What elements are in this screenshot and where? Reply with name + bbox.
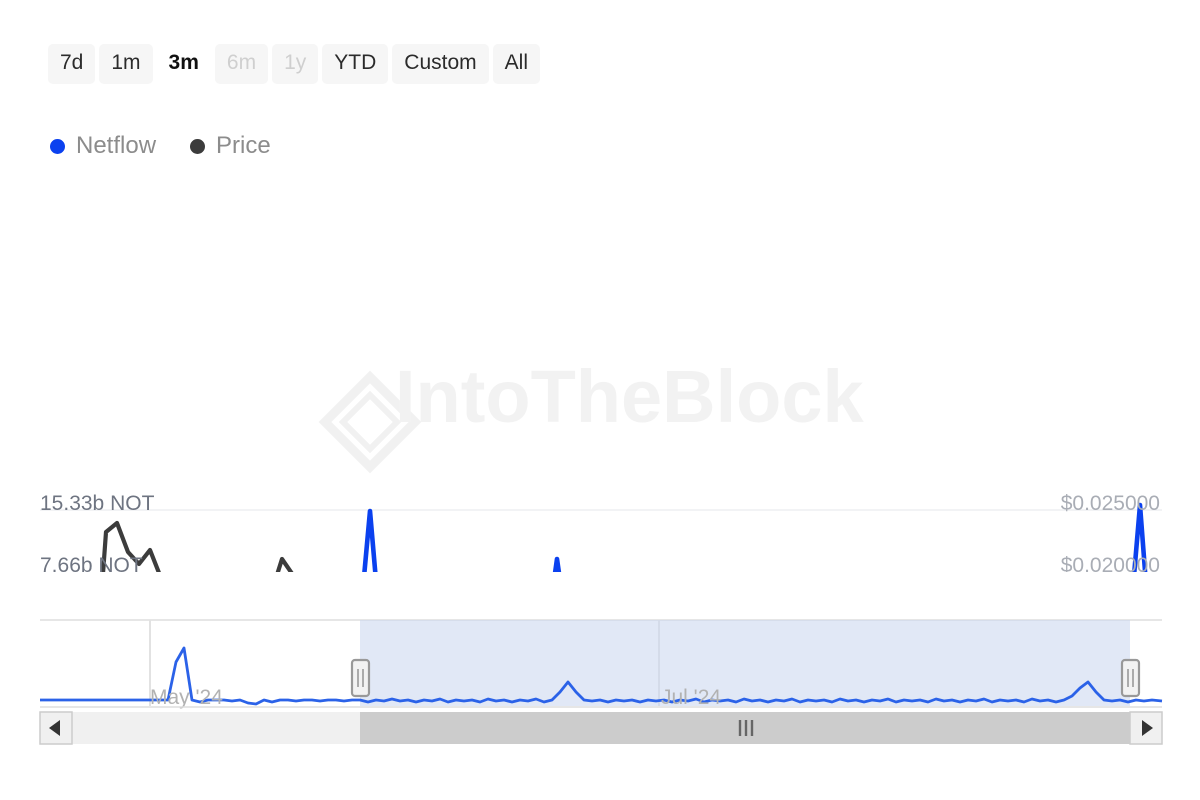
navigator-month-label-0: May '24 <box>150 686 223 709</box>
range-button-all[interactable]: All <box>493 44 540 84</box>
price-series-line <box>40 523 1162 572</box>
range-button-1m[interactable]: 1m <box>99 44 152 84</box>
legend-label-netflow: Netflow <box>76 132 156 160</box>
navigator-handle-right[interactable] <box>1122 660 1139 696</box>
legend-item-price[interactable]: Price <box>190 132 271 160</box>
range-button-ytd[interactable]: YTD <box>322 44 388 84</box>
range-button-1y: 1y <box>272 44 318 84</box>
range-button-6m: 6m <box>215 44 268 84</box>
navigator-svg: May '24 Jul '24 <box>0 612 1200 752</box>
y-left-tick-1: 7.66b NOT <box>40 554 143 572</box>
range-button-custom[interactable]: Custom <box>392 44 488 84</box>
watermark-label: IntoTheBlock <box>395 355 865 438</box>
range-selector: 7d 1m 3m 6m 1y YTD Custom All <box>48 44 540 84</box>
netflow-color-dot <box>50 139 65 154</box>
navigator-handle-left[interactable] <box>352 660 369 696</box>
range-button-7d[interactable]: 7d <box>48 44 95 84</box>
legend-label-price: Price <box>216 132 271 160</box>
legend-item-netflow[interactable]: Netflow <box>50 132 156 160</box>
intotheblock-watermark: IntoTheBlock <box>325 355 865 467</box>
netflow-series-line <box>40 505 1162 572</box>
chart-gridlines <box>40 510 1162 572</box>
y-right-tick-0: $0.025000 <box>1061 492 1160 515</box>
main-chart-svg: IntoTheBlock 15.33b NOT 7.66b NOT 0 NOT … <box>0 232 1200 572</box>
main-chart-area[interactable]: IntoTheBlock 15.33b NOT 7.66b NOT 0 NOT … <box>0 232 1200 572</box>
scroll-right-button[interactable] <box>1130 712 1162 744</box>
y-right-tick-1: $0.020000 <box>1061 554 1160 572</box>
navigator-month-label-1: Jul '24 <box>661 686 721 709</box>
chart-legend: Netflow Price <box>50 132 271 160</box>
netflow-price-chart-widget: 7d 1m 3m 6m 1y YTD Custom All Netflow Pr… <box>0 0 1200 800</box>
navigator-selected-region[interactable] <box>360 620 1130 706</box>
scroll-left-button[interactable] <box>40 712 72 744</box>
chart-navigator[interactable]: May '24 Jul '24 <box>0 612 1200 752</box>
range-button-3m[interactable]: 3m <box>157 44 211 84</box>
y-left-tick-0: 15.33b NOT <box>40 492 155 515</box>
price-color-dot <box>190 139 205 154</box>
